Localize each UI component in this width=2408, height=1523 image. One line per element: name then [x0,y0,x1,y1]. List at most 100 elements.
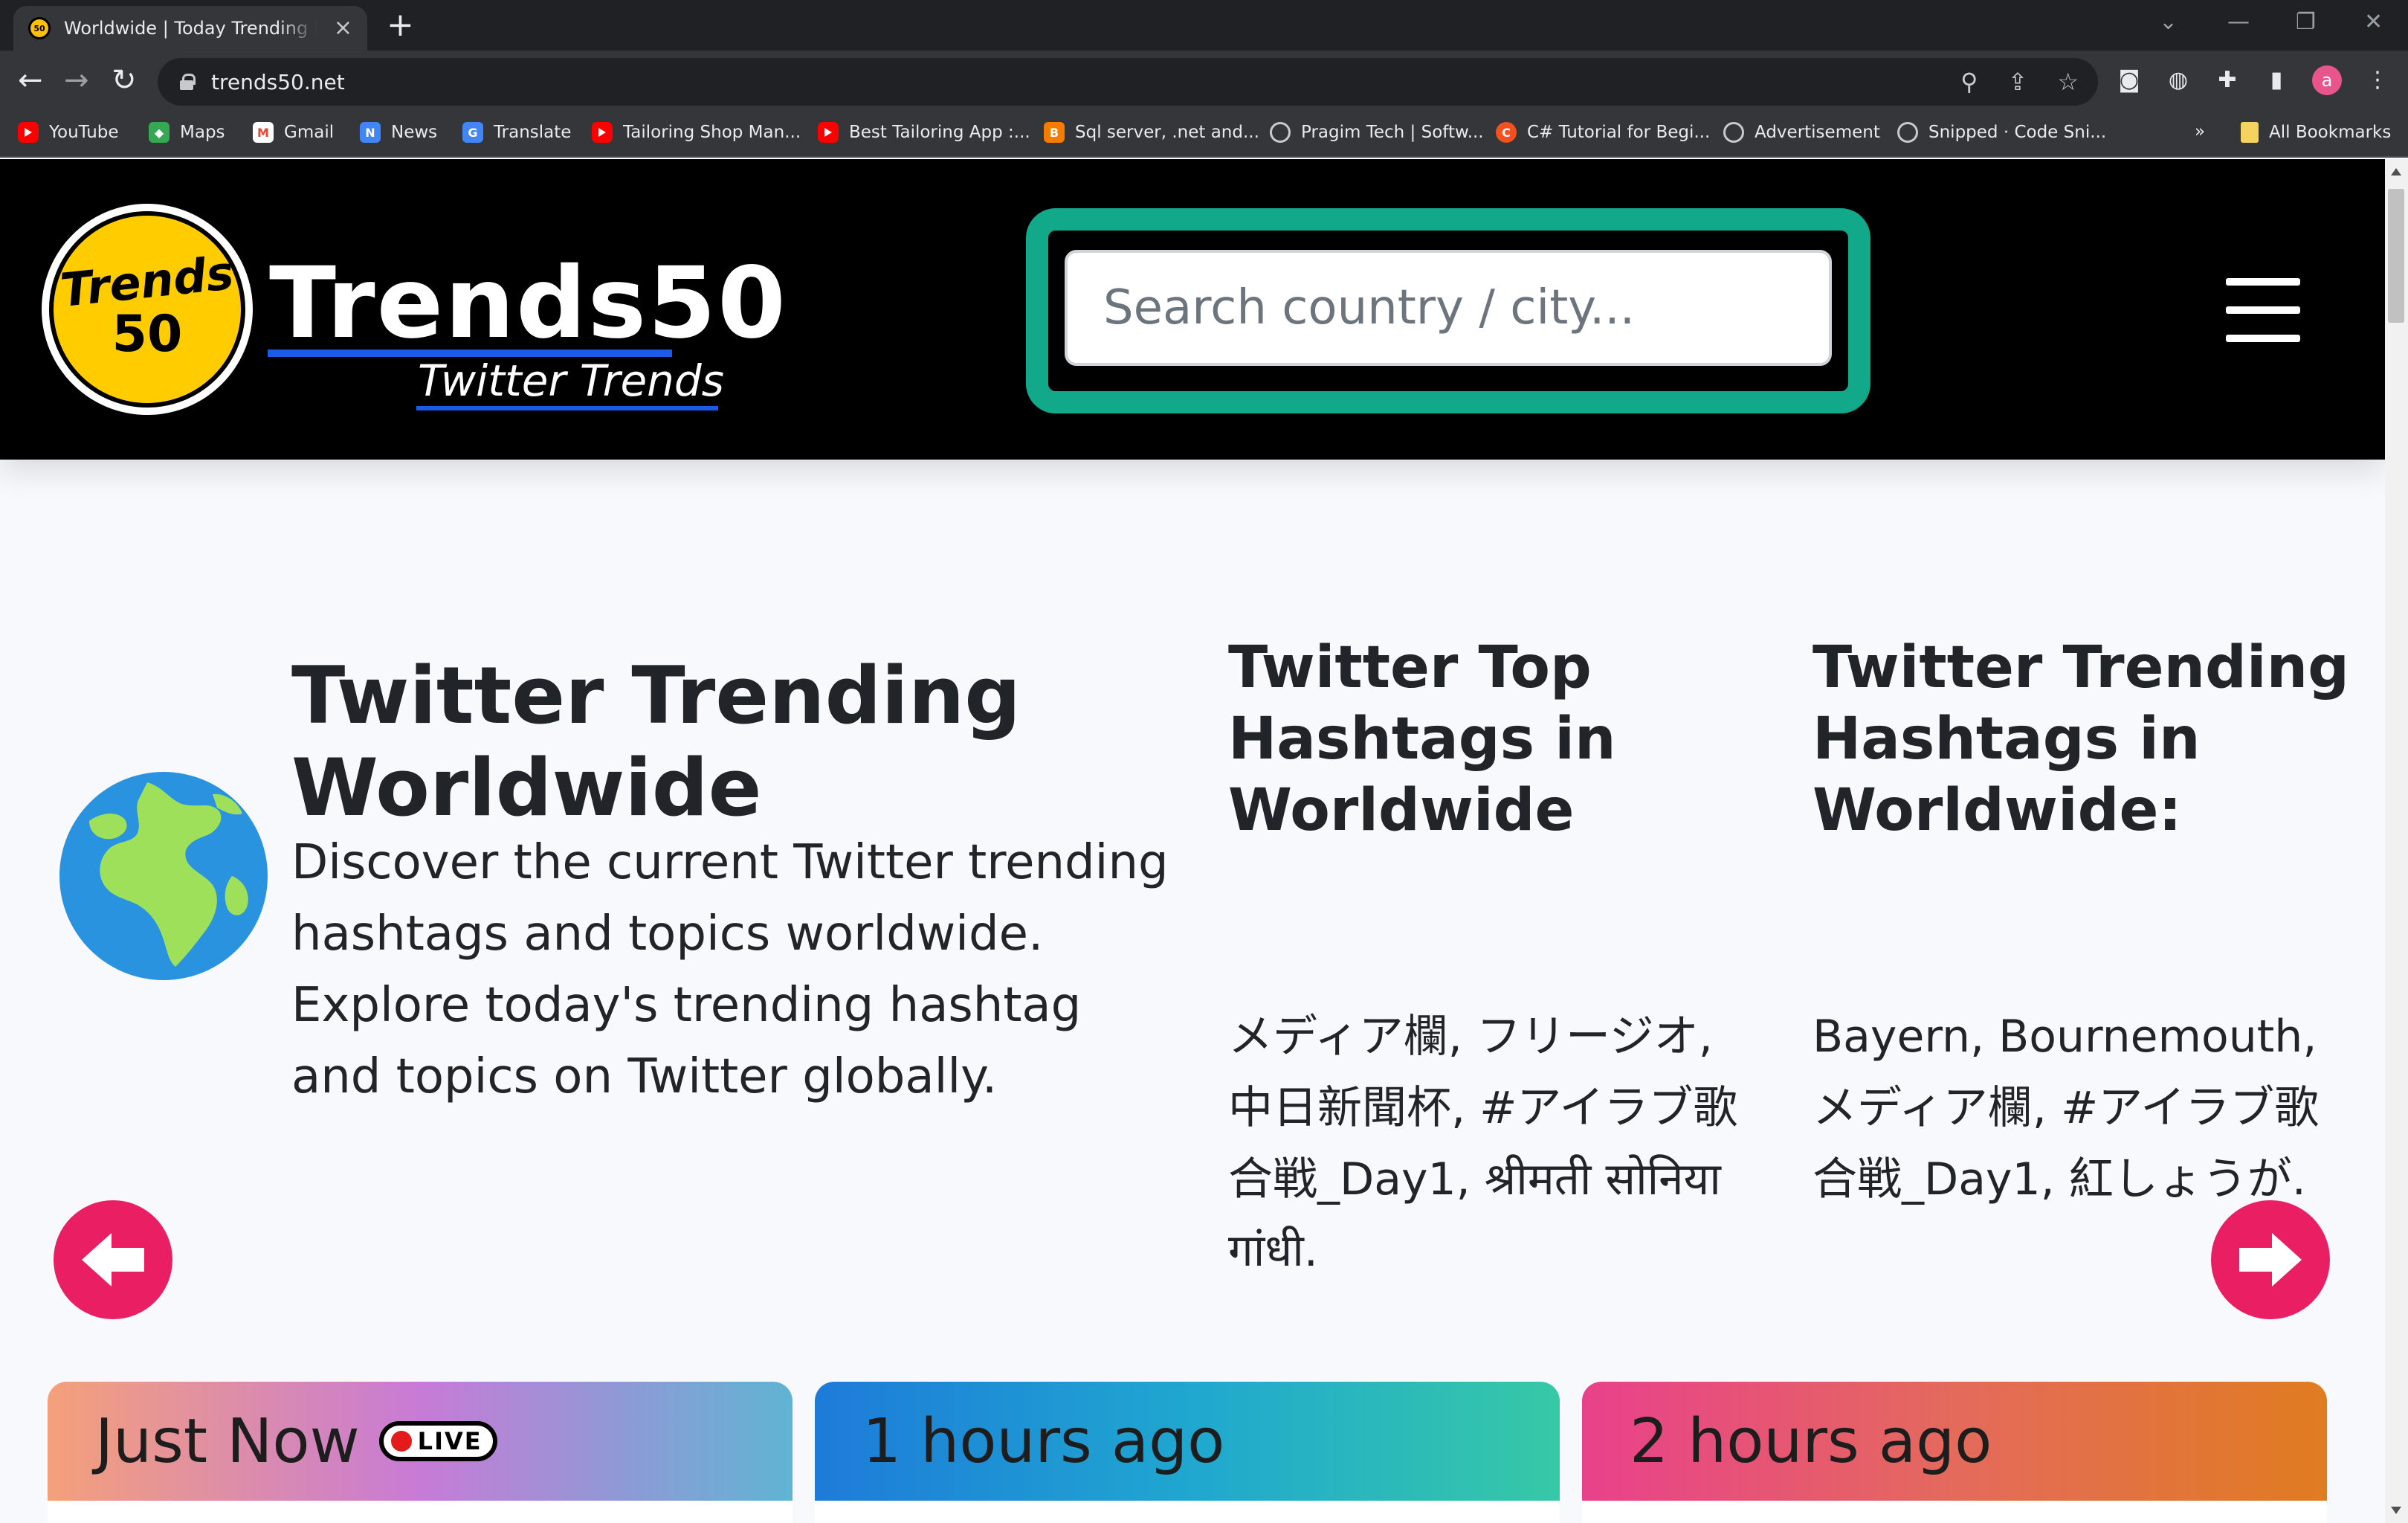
hero-description: Discover the current Twitter trending ha… [291,835,1169,1104]
bookmark-label: Tailoring Shop Man... [623,123,801,142]
time-card-2-hours[interactable]: 2 hours ago [1582,1382,2327,1523]
new-tab-button[interactable]: + [387,7,414,43]
brand-subtitle: Twitter Trends [418,355,724,406]
translate-globe-icon[interactable]: ◍ [2165,67,2192,94]
bookmark-snipped[interactable]: Snipped · Code Sni... [1897,122,2106,143]
bookmark-label: Gmail [284,123,335,142]
globe-icon [1270,122,1291,143]
side-panel-icon[interactable]: ▮ [2263,67,2290,94]
bookmarks-overflow-button[interactable]: » [2195,122,2205,141]
bookmark-advertisement[interactable]: Advertisement [1723,122,1880,143]
youtube-icon [818,122,839,143]
card-header: 1 hours ago [815,1382,1560,1501]
trending-hashtags-list: Bayern, Bournemouth, メディア欄, #アイラブ歌合戦_Day… [1813,1011,2320,1205]
time-card-1-hour[interactable]: 1 hours ago [815,1382,1560,1523]
search-box-frame [1026,208,1870,413]
bookmark-translate[interactable]: G Translate [462,122,571,143]
top-hashtags-list: メディア欄, フリージオ, 中日新聞杯, #アイラブ歌合戦_Day1, श्री… [1228,1011,1738,1277]
brand-subtitle-underline [416,406,718,410]
bookmark-label: Snipped · Code Sni... [1928,123,2107,142]
maps-icon: ◆ [149,122,170,143]
bookmark-label: News [391,123,438,142]
card-title: Just Now [95,1406,360,1477]
arrow-right-icon [2239,1233,2302,1287]
site-logo[interactable]: Trends 50 [42,204,253,415]
bookmark-label: Best Tailoring App :... [849,123,1030,142]
news-icon: N [360,122,381,143]
youtube-icon [18,122,39,143]
close-window-button[interactable]: ✕ [2364,7,2383,37]
csharp-icon: C [1496,122,1517,143]
live-badge-text: LIVE [417,1427,482,1455]
card-title: 2 hours ago [1630,1406,1992,1477]
card-header: Just Now LIVE [48,1382,793,1501]
tab-close-icon[interactable]: × [334,17,352,39]
all-bookmarks-button[interactable]: All Bookmarks [2241,122,2391,143]
bookmark-csharp-tutorial[interactable]: C C# Tutorial for Begi... [1496,122,1710,143]
page-scrollbar[interactable] [2385,159,2408,1523]
extension-icon-1[interactable]: ◙ [2116,67,2143,94]
hero-title: Twitter Trending Worldwide [291,650,1021,834]
blogger-icon: B [1044,122,1065,143]
card-header: 2 hours ago [1582,1382,2327,1501]
carousel-prev-button[interactable] [54,1200,172,1319]
extensions-puzzle-icon[interactable]: ✚ [2214,67,2241,94]
top-hashtags-title: Twitter Top Hashtags in Worldwide [1228,634,1616,844]
back-button[interactable]: ← [18,64,43,97]
bookmark-label: All Bookmarks [2269,123,2392,142]
browser-menu-icon[interactable]: ⋮ [2364,67,2391,94]
minimize-button[interactable]: — [2227,7,2250,37]
live-badge: LIVE [378,1421,497,1461]
search-input[interactable] [1065,250,1832,366]
bookmark-tailoring-app[interactable]: Best Tailoring App :... [818,122,1030,143]
profile-avatar[interactable]: a [2312,65,2342,95]
translate-icon: G [462,122,483,143]
hamburger-menu-icon[interactable] [2226,278,2300,342]
bookmark-label: Translate [494,123,572,142]
browser-tabstrip: 50 Worldwide | Today Trending hashtags ×… [0,0,2408,51]
bookmark-label: C# Tutorial for Begi... [1527,123,1711,142]
scroll-up-arrow-icon[interactable] [2391,168,2401,176]
bookmark-label: Pragim Tech | Softw... [1301,123,1484,142]
carousel-next-button[interactable] [2211,1200,2330,1319]
bookmark-star-icon[interactable]: ☆ [2057,68,2079,95]
bookmark-maps[interactable]: ◆ Maps [149,122,225,143]
logo-text-line2: 50 [112,305,183,364]
share-icon[interactable]: ⇪ [2008,68,2028,95]
reload-button[interactable]: ↻ [112,64,137,97]
bookmarks-bar: YouTube ◆ Maps M Gmail N News G Translat… [0,113,2408,158]
bookmark-news[interactable]: N News [360,122,437,143]
live-dot-icon [390,1431,412,1452]
bookmark-label: Maps [180,123,225,142]
restore-button[interactable]: ❐ [2296,7,2316,37]
card-title: 1 hours ago [862,1406,1225,1477]
lock-icon[interactable] [180,74,196,90]
brand-name[interactable]: Trends50 [269,254,787,352]
bookmark-sql-server[interactable]: B Sql server, .net and... [1044,122,1259,143]
trending-hashtags-title: Twitter Trending Hashtags in Worldwide: [1813,634,2349,844]
tab-search-chevron-icon[interactable]: ⌄ [2159,7,2178,37]
forward-button[interactable]: → [64,64,89,97]
scroll-thumb[interactable] [2388,189,2404,323]
bookmark-label: YouTube [49,123,119,142]
bookmark-gmail[interactable]: M Gmail [253,122,334,143]
bookmark-youtube[interactable]: YouTube [18,122,119,143]
scroll-down-arrow-icon[interactable] [2391,1507,2401,1514]
site-header: Trends 50 Trends50 Twitter Trends [0,159,2385,460]
earth-globe-icon [59,772,268,980]
bookmark-label: Sql server, .net and... [1075,123,1259,142]
bookmark-pragim[interactable]: Pragim Tech | Softw... [1270,122,1484,143]
globe-icon [1723,122,1744,143]
browser-tab-active[interactable]: 50 Worldwide | Today Trending hashtags × [13,6,367,51]
page-viewport: Trends 50 Trends50 Twitter Trends Twitte… [0,159,2385,1523]
time-card-just-now[interactable]: Just Now LIVE [48,1382,793,1523]
zoom-icon[interactable]: ⚲ [1960,68,1978,95]
gmail-icon: M [253,122,274,143]
url-text[interactable]: trends50.net [211,70,345,94]
tab-title: Worldwide | Today Trending hashtags [64,18,317,39]
folder-icon [2241,122,2259,143]
address-bar[interactable]: trends50.net ⚲ ⇪ ☆ [158,58,2098,106]
arrow-left-icon [82,1233,144,1287]
bookmark-tailoring-shop[interactable]: Tailoring Shop Man... [592,122,801,143]
logo-text-line1: Trends [58,245,236,318]
